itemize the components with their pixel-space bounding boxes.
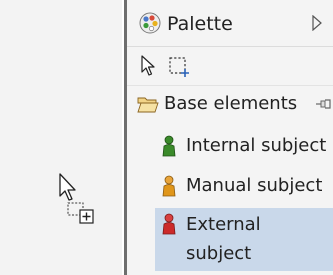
palette-title: Palette bbox=[167, 13, 233, 35]
arrow-cursor-icon[interactable] bbox=[140, 55, 158, 77]
entry-label: External subject bbox=[186, 214, 261, 264]
palette-toolbar bbox=[127, 46, 333, 86]
base-elements-drawer[interactable]: Base elements bbox=[127, 87, 333, 123]
arrow-cursor-icon bbox=[59, 173, 76, 201]
entry-label: Manual subject bbox=[186, 175, 323, 196]
pin-icon[interactable] bbox=[315, 97, 333, 111]
triangle-right-icon[interactable] bbox=[311, 15, 323, 31]
palette-entry-external-subject[interactable]: External subject bbox=[155, 208, 333, 271]
drop-add-icon bbox=[67, 202, 94, 224]
folder-open-icon bbox=[137, 97, 159, 113]
diagram-canvas[interactable] bbox=[0, 0, 122, 275]
drawer-label: Base elements bbox=[164, 93, 298, 114]
palette-header: Palette bbox=[127, 0, 333, 46]
palette-entry-internal-subject[interactable]: Internal subject bbox=[155, 131, 333, 163]
palette-icon bbox=[139, 12, 161, 34]
person-icon bbox=[162, 213, 176, 235]
palette-panel: Palette Base elements Internal subject M… bbox=[127, 0, 333, 275]
marquee-icon[interactable] bbox=[168, 56, 190, 78]
palette-entry-manual-subject[interactable]: Manual subject bbox=[155, 171, 333, 203]
person-icon bbox=[162, 135, 176, 157]
person-icon bbox=[162, 175, 176, 197]
entry-label: Internal subject bbox=[186, 135, 327, 156]
